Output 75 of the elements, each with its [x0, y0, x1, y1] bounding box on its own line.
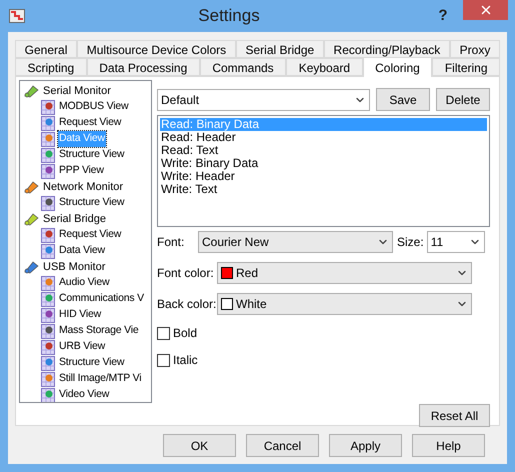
color-dropdown[interactable]: Red — [217, 262, 472, 284]
tab[interactable]: Scripting — [15, 58, 87, 76]
checkbox-label: Bold — [173, 325, 198, 342]
list-item[interactable]: Write: Binary Data — [160, 157, 487, 170]
tab[interactable]: Serial Bridge — [236, 40, 324, 58]
view-icon — [41, 292, 55, 306]
checkbox-label: Italic — [173, 352, 198, 369]
view-icon — [41, 116, 55, 130]
tab[interactable]: Recording/Playback — [324, 40, 450, 58]
view-icon — [41, 372, 55, 386]
tab[interactable]: Multisource Device Colors — [77, 40, 236, 58]
tree-item[interactable]: Request View — [58, 115, 122, 131]
dialog-button[interactable]: Reset All — [419, 404, 490, 427]
scheme-dropdown[interactable]: Default — [157, 88, 370, 110]
tree-item[interactable]: Data View — [58, 243, 106, 259]
tree-item[interactable]: Serial Monitor — [42, 82, 112, 100]
tree-item[interactable]: Network Monitor — [42, 178, 124, 196]
close-button[interactable] — [463, 0, 508, 20]
view-icon — [41, 388, 55, 402]
tree-item[interactable]: URB View — [58, 339, 106, 355]
window-title: Settings — [198, 5, 260, 28]
dialog-button[interactable]: Apply — [329, 434, 402, 457]
dialog-button[interactable]: Help — [412, 434, 485, 457]
view-icon — [41, 164, 55, 178]
tab[interactable]: Filtering — [432, 58, 500, 76]
tree-item[interactable]: Request View — [58, 227, 122, 243]
dialog-button[interactable]: OK — [163, 434, 236, 457]
size-dropdown[interactable]: 11 — [426, 231, 485, 253]
font-dropdown[interactable]: Courier New — [198, 231, 393, 253]
dialog-button[interactable]: Delete — [436, 88, 490, 111]
tree-item[interactable]: USB Monitor — [42, 258, 106, 276]
checkbox[interactable] — [157, 326, 170, 340]
tree-item[interactable]: MODBUS View — [58, 99, 130, 115]
color-label: Font color: — [157, 265, 214, 282]
view-icon — [41, 340, 55, 354]
dialog-button[interactable]: Cancel — [246, 434, 319, 457]
color-dropdown[interactable]: White — [217, 293, 472, 315]
tab[interactable]: Coloring — [362, 57, 432, 77]
tab[interactable]: Proxy — [450, 40, 500, 58]
tree-item[interactable]: Serial Bridge — [42, 210, 107, 228]
view-icon — [41, 100, 55, 114]
view-icon — [41, 244, 55, 258]
tree-item[interactable]: Structure View — [58, 195, 126, 211]
checkbox[interactable] — [157, 354, 170, 366]
tree-item[interactable]: Mass Storage Vie — [58, 323, 140, 339]
tree-item[interactable]: Structure View — [58, 147, 126, 163]
tree-item[interactable]: Audio View — [58, 275, 110, 291]
dialog-button[interactable]: Save — [376, 88, 430, 111]
color-label: Back color: — [157, 296, 214, 313]
tree-item[interactable]: Communications V — [58, 291, 145, 307]
tree-item[interactable]: PPP View — [58, 163, 105, 179]
tree-item[interactable]: Still Image/MTP Vi — [58, 371, 142, 387]
list-item[interactable]: Write: Header — [160, 170, 487, 183]
list-item[interactable]: Write: Text — [160, 183, 487, 196]
view-icon — [41, 132, 55, 146]
view-icon — [41, 308, 55, 322]
view-icon — [41, 148, 55, 162]
view-icon — [41, 228, 55, 242]
tree-item[interactable]: HID View — [58, 307, 102, 323]
view-icon — [41, 356, 55, 370]
tree-item[interactable]: Video View — [58, 387, 110, 402]
tab[interactable]: General — [15, 40, 78, 58]
tree-item[interactable]: Structure View — [58, 355, 126, 371]
view-icon — [41, 324, 55, 338]
list-item[interactable]: Read: Header — [160, 131, 487, 144]
view-icon — [41, 276, 55, 290]
tab[interactable]: Commands — [200, 58, 286, 76]
size-label: Size: — [397, 234, 424, 251]
tab[interactable]: Keyboard — [286, 58, 363, 76]
list-item[interactable]: Read: Text — [160, 144, 487, 157]
tab[interactable]: Data Processing — [86, 58, 200, 76]
view-icon — [41, 196, 55, 210]
help-button[interactable]: ? — [433, 4, 453, 28]
font-label: Font: — [157, 234, 186, 251]
app-icon — [9, 9, 25, 23]
